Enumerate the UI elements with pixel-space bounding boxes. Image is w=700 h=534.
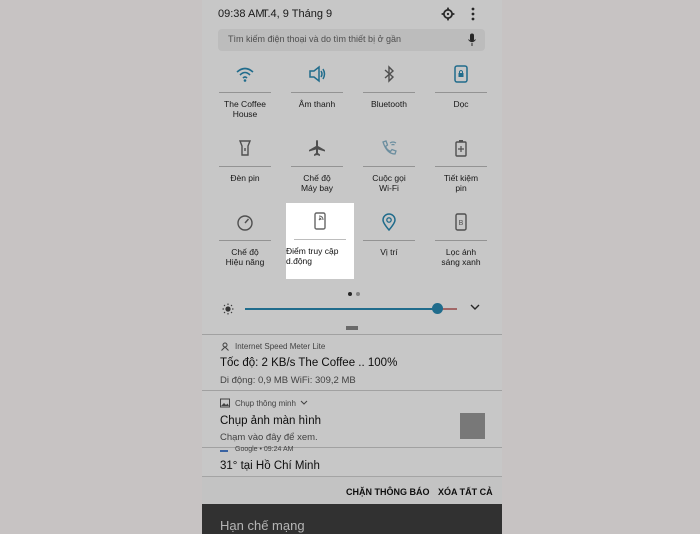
status-date: T.4, 9 Tháng 9 [262, 8, 333, 20]
tile-label: Lọc ánh [445, 247, 477, 257]
screenshot-thumbnail[interactable] [460, 413, 485, 439]
tile-label: Wi-Fi [379, 183, 399, 193]
wifi-call-icon [382, 140, 397, 155]
page-dot-active [348, 292, 352, 296]
volume-icon [309, 65, 326, 83]
notification-app-name: Internet Speed Meter Lite [235, 342, 326, 351]
brightness-icon [222, 303, 234, 315]
tile-label: House [232, 109, 258, 119]
search-placeholder: Tìm kiếm điện thoại và do tìm thiết bị ở… [228, 34, 401, 44]
notification-screenshot[interactable]: Chụp thông minh Chụp ảnh màn hình Chạm v… [202, 390, 502, 448]
svg-text:B: B [459, 220, 464, 227]
microphone-icon[interactable] [467, 33, 477, 47]
tile-label: Chế độ [231, 247, 259, 257]
tile-mobile-hotspot[interactable]: Điểm truy cập d.động [286, 203, 354, 279]
tile-label: Cuộc gọi [372, 173, 406, 183]
drag-handle[interactable] [346, 326, 358, 330]
notification-body: Chạm vào đây để xem. [220, 432, 318, 443]
tile-performance[interactable]: Chế độ Hiệu năng [209, 212, 281, 267]
tile-power-saving[interactable]: Tiết kiệm pin [425, 138, 497, 193]
battery-saver-icon [455, 140, 467, 157]
tile-label: Âm thanh [298, 99, 336, 109]
notification-title: Chụp ảnh màn hình [220, 415, 322, 427]
performance-icon [237, 215, 253, 231]
tile-label: d.động [286, 256, 312, 266]
speed-meter-icon [221, 342, 229, 351]
tile-location[interactable]: Vị trí [353, 212, 425, 257]
hotspot-icon [314, 212, 326, 230]
notification-weather[interactable]: Google • 09:24 AM 31° tại Hồ Chí Minh [202, 446, 502, 478]
tile-label: Điểm truy cập [286, 246, 339, 256]
tile-wifi[interactable]: The Coffee House [209, 64, 281, 119]
tile-label: Hiệu năng [225, 257, 265, 267]
tile-label: sáng xanh [441, 257, 481, 267]
brightness-slider-thumb[interactable] [432, 303, 443, 314]
gear-icon[interactable] [441, 7, 455, 21]
rotation-lock-icon [454, 65, 468, 83]
tile-label: Vị trí [380, 247, 398, 257]
phone-screen: 09:38 AM T.4, 9 Tháng 9 Tìm kiếm điện th… [202, 0, 502, 534]
notification-title: Tốc độ: 2 KB/s The Coffee .. 100% [220, 357, 398, 369]
tile-label: Chế độ [303, 173, 331, 183]
clear-all-button[interactable]: XÓA TẤT CẢ [438, 487, 493, 497]
more-options-icon[interactable] [469, 6, 477, 22]
tile-label: The Coffee [224, 99, 266, 109]
location-icon [382, 213, 396, 232]
notification-title: 31° tại Hồ Chí Minh [220, 460, 320, 472]
image-icon [220, 398, 230, 408]
bluetooth-icon [384, 65, 395, 83]
airplane-icon [309, 140, 325, 156]
page-dot [356, 292, 360, 296]
tile-label: Bluetooth [371, 99, 407, 109]
brightness-slider-track[interactable] [245, 308, 437, 310]
wifi-icon [236, 67, 254, 82]
tile-label: pin [455, 183, 467, 193]
tile-label: Đèn pin [230, 173, 260, 183]
restricted-network-label: Hạn chế mạng [220, 518, 305, 533]
chevron-down-icon[interactable] [469, 302, 481, 312]
status-time: 09:38 AM [218, 8, 265, 20]
tile-flashlight[interactable]: Đèn pin [209, 138, 281, 183]
tile-airplane[interactable]: Chế độ Máy bay [281, 138, 353, 193]
page-indicator [346, 283, 362, 301]
tile-label: Tiết kiệm [443, 173, 479, 183]
search-input[interactable]: Tìm kiếm điện thoại và do tìm thiết bị ở… [218, 29, 485, 51]
tile-wifi-calling[interactable]: Cuộc gọi Wi-Fi [353, 138, 425, 193]
notification-actions: CHẶN THÔNG BÁO XÓA TẤT CẢ [202, 476, 502, 505]
notification-app-name: Chụp thông minh [235, 399, 296, 408]
blue-light-filter-icon: B [455, 213, 467, 231]
notification-speed-meter[interactable]: Internet Speed Meter Lite Tốc độ: 2 KB/s… [202, 334, 502, 391]
notification-detail: Di động: 0,9 MB WiFi: 309,2 MB [220, 375, 356, 386]
tile-sound[interactable]: Âm thanh [281, 64, 353, 109]
tile-bluetooth[interactable]: Bluetooth [353, 64, 425, 109]
tile-blue-light[interactable]: B Lọc ánh sáng xanh [425, 212, 497, 267]
block-notifications-button[interactable]: CHẶN THÔNG BÁO [346, 487, 430, 497]
tile-label: Máy bay [300, 183, 334, 193]
notification-app-name: Google • 09:24 AM [235, 446, 294, 453]
google-icon [220, 450, 228, 452]
restricted-network-banner[interactable]: Hạn chế mạng [202, 504, 502, 534]
chevron-down-icon[interactable] [300, 400, 308, 406]
flashlight-icon [238, 140, 252, 156]
tile-rotation[interactable]: Dọc [425, 64, 497, 109]
tile-label: Dọc [453, 99, 469, 109]
